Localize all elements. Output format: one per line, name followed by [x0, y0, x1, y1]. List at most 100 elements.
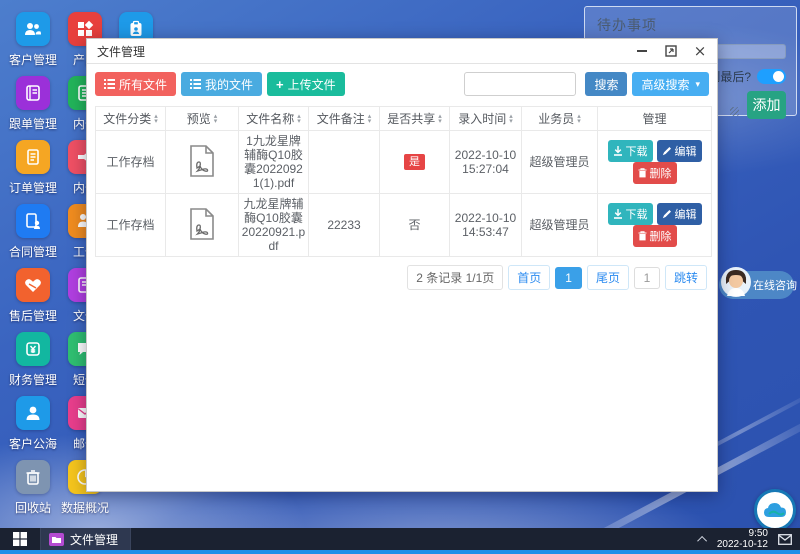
record-summary: 2 条记录 1/1页	[407, 265, 503, 290]
start-button[interactable]	[0, 528, 40, 550]
cell-actions: 下载编辑删除	[598, 194, 712, 257]
jump-button[interactable]: 跳转	[665, 265, 707, 290]
todo-toggle-switch[interactable]	[757, 69, 786, 84]
column-header[interactable]: 是否共享▴▾	[380, 107, 450, 131]
jump-page-input[interactable]	[634, 267, 660, 289]
column-header[interactable]: 业务员▴▾	[522, 107, 598, 131]
resize-grip-icon[interactable]	[730, 107, 739, 116]
online-consult-label: 在线咨询	[753, 277, 797, 293]
online-consult-button[interactable]: 在线咨询	[719, 271, 794, 299]
table-header-row: 文件分类▴▾预览▴▾文件名称▴▾文件备注▴▾是否共享▴▾录入时间▴▾业务员▴▾管…	[96, 107, 712, 131]
cell-category: 工作存档	[96, 194, 166, 257]
last-page-button[interactable]: 尾页	[587, 265, 629, 290]
folder-icon	[49, 533, 64, 546]
todo-add-button[interactable]: 添加	[747, 91, 786, 119]
current-page-button[interactable]: 1	[555, 267, 582, 289]
cell-shared: 否	[380, 194, 450, 257]
sort-icon[interactable]: ▴▾	[214, 115, 218, 125]
dialog-titlebar: 文件管理 ×	[87, 39, 717, 64]
edit-button[interactable]: 编辑	[657, 140, 702, 162]
cell-actions: 下载编辑删除	[598, 131, 712, 194]
table-row: 工作存档 九龙星牌辅酶Q10胶囊20220921.pdf22233 否 2022-10…	[96, 194, 712, 257]
contract-icon	[16, 204, 50, 238]
sort-icon[interactable]: ▴▾	[297, 115, 301, 125]
system-tray: 9:50 2022-10-12	[700, 528, 800, 550]
cell-agent: 超级管理员	[522, 194, 598, 257]
aftersale-icon	[16, 268, 50, 302]
column-header[interactable]: 录入时间▴▾	[450, 107, 522, 131]
shared-badge: 是	[404, 154, 425, 170]
column-header[interactable]: 文件分类▴▾	[96, 107, 166, 131]
column-header[interactable]: 文件名称▴▾	[239, 107, 309, 131]
table-row: 工作存档 1九龙星牌辅酶Q10胶囊20220921(1).pdf 是 2022-10-…	[96, 131, 712, 194]
sort-icon[interactable]: ▴▾	[509, 115, 513, 125]
plus-icon: +	[276, 77, 284, 92]
files-table: 文件分类▴▾预览▴▾文件名称▴▾文件备注▴▾是否共享▴▾录入时间▴▾业务员▴▾管…	[95, 106, 712, 257]
my-files-button[interactable]: 我的文件	[181, 72, 262, 96]
download-button[interactable]: 下载	[608, 140, 653, 162]
minimize-icon[interactable]	[635, 44, 649, 58]
pdf-icon[interactable]	[189, 166, 215, 180]
file-search-input[interactable]	[464, 72, 576, 96]
publicsea-icon	[16, 396, 50, 430]
cell-category: 工作存档	[96, 131, 166, 194]
dialog-title: 文件管理	[97, 43, 145, 60]
sort-icon[interactable]: ▴▾	[368, 115, 372, 125]
search-button[interactable]: 搜索	[585, 72, 627, 96]
cell-shared: 是	[380, 131, 450, 194]
edit-button[interactable]: 编辑	[657, 203, 702, 225]
advanced-search-button[interactable]: 高级搜索▾	[632, 72, 709, 96]
cell-preview	[166, 194, 239, 257]
sort-icon[interactable]: ▴▾	[438, 115, 442, 125]
dialog-toolbar: 所有文件 我的文件 + 上传文件 搜索 高级搜索▾	[87, 64, 717, 104]
trash-icon	[16, 460, 50, 494]
all-files-button[interactable]: 所有文件	[95, 72, 176, 96]
file-manager-dialog: 文件管理 × 所有文件 我的文件 + 上传文件	[86, 38, 718, 492]
orders-icon	[16, 140, 50, 174]
list-icon	[104, 79, 115, 89]
pagination: 2 条记录 1/1页 首页 1 尾页 跳转	[87, 265, 707, 290]
cell-entry-time: 2022-10-10 15:27:04	[450, 131, 522, 194]
clock-time: 9:50	[717, 528, 768, 539]
clock-date: 2022-10-12	[717, 539, 768, 550]
column-header: 管理	[598, 107, 712, 131]
chevron-down-icon: ▾	[695, 79, 700, 90]
tray-expand-icon[interactable]	[697, 535, 707, 545]
taskbar-clock[interactable]: 9:50 2022-10-12	[717, 528, 768, 550]
notification-envelope-icon[interactable]	[778, 534, 792, 545]
finance-icon	[16, 332, 50, 366]
bottom-edge-strip	[0, 550, 800, 554]
table-body: 工作存档 1九龙星牌辅酶Q10胶囊20220921(1).pdf 是 2022-10-…	[96, 131, 712, 257]
sort-icon[interactable]: ▴▾	[154, 115, 158, 125]
cloud-icon	[762, 501, 788, 519]
sort-icon[interactable]: ▴▾	[577, 115, 581, 125]
pdf-icon[interactable]	[189, 229, 215, 243]
column-header[interactable]: 预览▴▾	[166, 107, 239, 131]
delete-button[interactable]: 删除	[633, 162, 677, 184]
customers-icon	[16, 12, 50, 46]
cell-file-name: 九龙星牌辅酶Q10胶囊20220921.pdf	[239, 194, 309, 257]
upload-file-button[interactable]: + 上传文件	[267, 72, 345, 96]
close-icon[interactable]: ×	[693, 44, 707, 58]
shared-text: 否	[408, 218, 420, 232]
cell-agent: 超级管理员	[522, 131, 598, 194]
toggle-knob	[773, 71, 784, 82]
cloud-assistant-button[interactable]	[754, 489, 796, 531]
delete-button[interactable]: 删除	[633, 225, 677, 247]
download-button[interactable]: 下载	[608, 203, 653, 225]
cell-note: 22233	[309, 194, 380, 257]
first-page-button[interactable]: 首页	[508, 265, 550, 290]
maximize-icon[interactable]	[664, 44, 678, 58]
taskbar-task-file-manager[interactable]: 文件管理	[40, 528, 131, 550]
followup-icon	[16, 76, 50, 110]
todo-panel-title: 待办事项	[597, 15, 786, 35]
taskbar: 文件管理 9:50 2022-10-12	[0, 528, 800, 550]
cell-preview	[166, 131, 239, 194]
taskbar-task-label: 文件管理	[70, 531, 118, 548]
column-header[interactable]: 文件备注▴▾	[309, 107, 380, 131]
cell-entry-time: 2022-10-10 14:53:47	[450, 194, 522, 257]
cell-file-name: 1九龙星牌辅酶Q10胶囊20220921(1).pdf	[239, 131, 309, 194]
consultant-avatar	[720, 266, 752, 298]
windows-logo-icon	[13, 532, 27, 546]
cell-note	[309, 131, 380, 194]
